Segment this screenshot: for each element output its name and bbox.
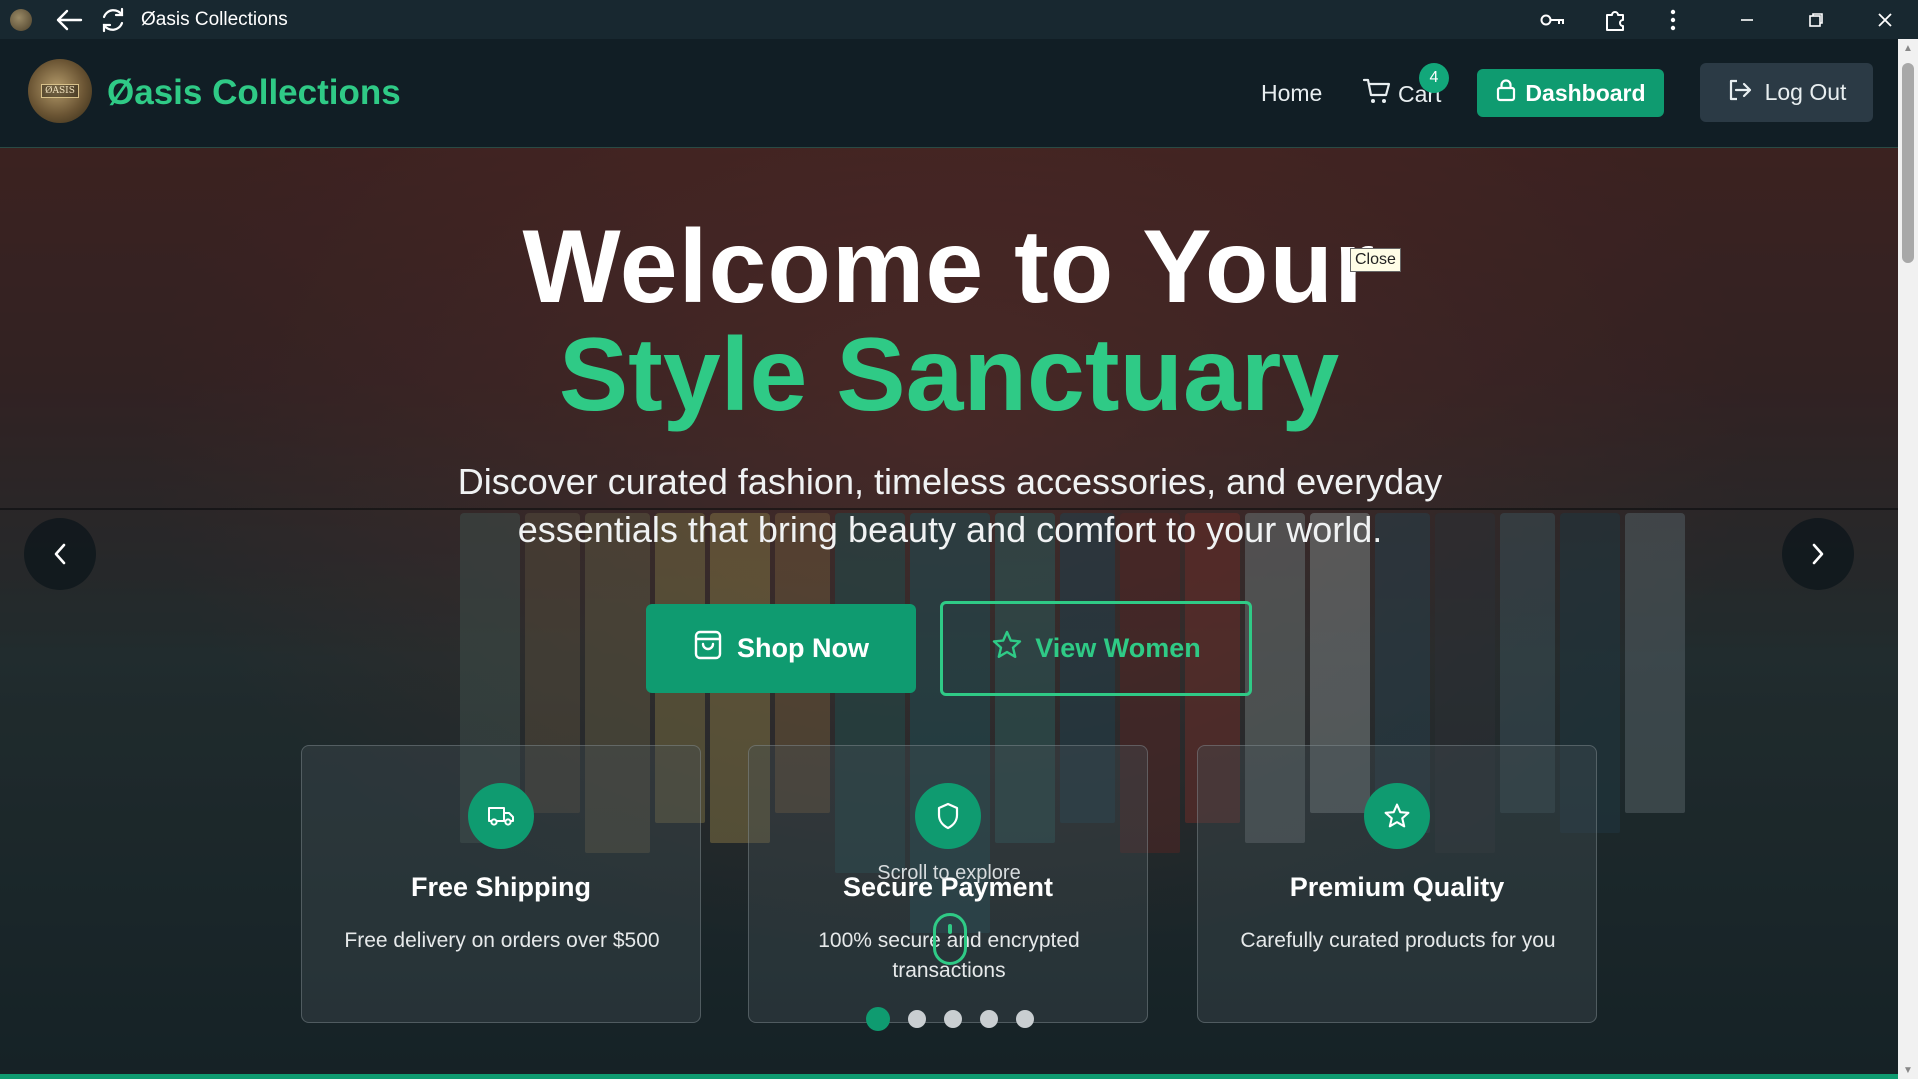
dashboard-label: Dashboard bbox=[1525, 79, 1646, 106]
close-window-icon[interactable] bbox=[1870, 6, 1900, 34]
carousel-dot[interactable] bbox=[908, 1010, 926, 1028]
logout-button[interactable]: Log Out bbox=[1700, 63, 1873, 122]
carousel-prev-button[interactable] bbox=[24, 518, 96, 590]
truck-icon bbox=[468, 783, 534, 849]
hero-section: Welcome to Your Style Sanctuary Close Di… bbox=[0, 148, 1898, 1074]
browser-title-bar: Øasis Collections bbox=[0, 0, 1918, 39]
cart-count-badge: 4 bbox=[1419, 63, 1449, 93]
shop-now-button[interactable]: Shop Now bbox=[646, 604, 916, 693]
more-vertical-icon[interactable] bbox=[1658, 6, 1688, 34]
feature-description: Free delivery on orders over $500 bbox=[344, 929, 660, 952]
cart-icon bbox=[1362, 77, 1392, 111]
view-women-label: View Women bbox=[1035, 633, 1201, 663]
view-women-button[interactable]: View Women bbox=[940, 601, 1252, 696]
window-title: Øasis Collections bbox=[141, 9, 288, 30]
hero-title-line2: Style Sanctuary bbox=[558, 317, 1340, 433]
minimize-icon[interactable] bbox=[1732, 6, 1762, 34]
star-outline-icon bbox=[991, 629, 1023, 668]
bottom-accent-bar bbox=[0, 1074, 1898, 1079]
favicon-icon bbox=[10, 9, 32, 31]
shopping-bag-icon bbox=[693, 629, 723, 668]
lock-icon bbox=[1495, 78, 1517, 108]
scroll-up-icon[interactable]: ▲ bbox=[1898, 39, 1918, 57]
hero-subtitle: Discover curated fashion, timeless acces… bbox=[457, 461, 1443, 550]
reload-icon[interactable] bbox=[98, 6, 128, 34]
scroll-hint: Scroll to explore bbox=[877, 862, 1021, 884]
nav-link-home[interactable]: Home bbox=[1261, 80, 1322, 107]
extensions-icon[interactable] bbox=[1600, 6, 1630, 34]
scrollbar-thumb[interactable] bbox=[1902, 63, 1914, 263]
site-navbar: ØASIS Øasis Collections Home Cart 4 Dash… bbox=[0, 39, 1898, 148]
carousel-dot[interactable] bbox=[1016, 1010, 1034, 1028]
carousel-dot[interactable] bbox=[944, 1010, 962, 1028]
brand-logo[interactable]: ØASIS bbox=[28, 59, 92, 123]
shop-now-label: Shop Now bbox=[737, 633, 869, 663]
brand-name[interactable]: Øasis Collections bbox=[107, 73, 401, 113]
logout-icon bbox=[1727, 78, 1753, 108]
carousel-next-button[interactable] bbox=[1782, 518, 1854, 590]
logout-label: Log Out bbox=[1764, 79, 1847, 105]
hero-title-line1: Welcome to Your bbox=[522, 209, 1376, 325]
scroll-down-icon[interactable]: ▼ bbox=[1898, 1061, 1918, 1079]
dashboard-button[interactable]: Dashboard bbox=[1477, 69, 1664, 117]
logo-text: ØASIS bbox=[41, 84, 79, 98]
scroll-mouse-icon bbox=[933, 913, 967, 965]
carousel-dots bbox=[866, 1007, 1034, 1031]
page-scrollbar[interactable]: ▲ ▼ bbox=[1898, 39, 1918, 1079]
shield-icon bbox=[915, 783, 981, 849]
carousel-dot[interactable] bbox=[980, 1010, 998, 1028]
back-icon[interactable] bbox=[54, 6, 84, 34]
star-icon bbox=[1364, 783, 1430, 849]
carousel-dot[interactable] bbox=[866, 1007, 890, 1031]
key-icon[interactable] bbox=[1538, 6, 1568, 34]
feature-description: Carefully curated products for you bbox=[1240, 929, 1556, 952]
restore-icon[interactable] bbox=[1801, 6, 1831, 34]
close-tooltip: Close bbox=[1350, 248, 1401, 272]
